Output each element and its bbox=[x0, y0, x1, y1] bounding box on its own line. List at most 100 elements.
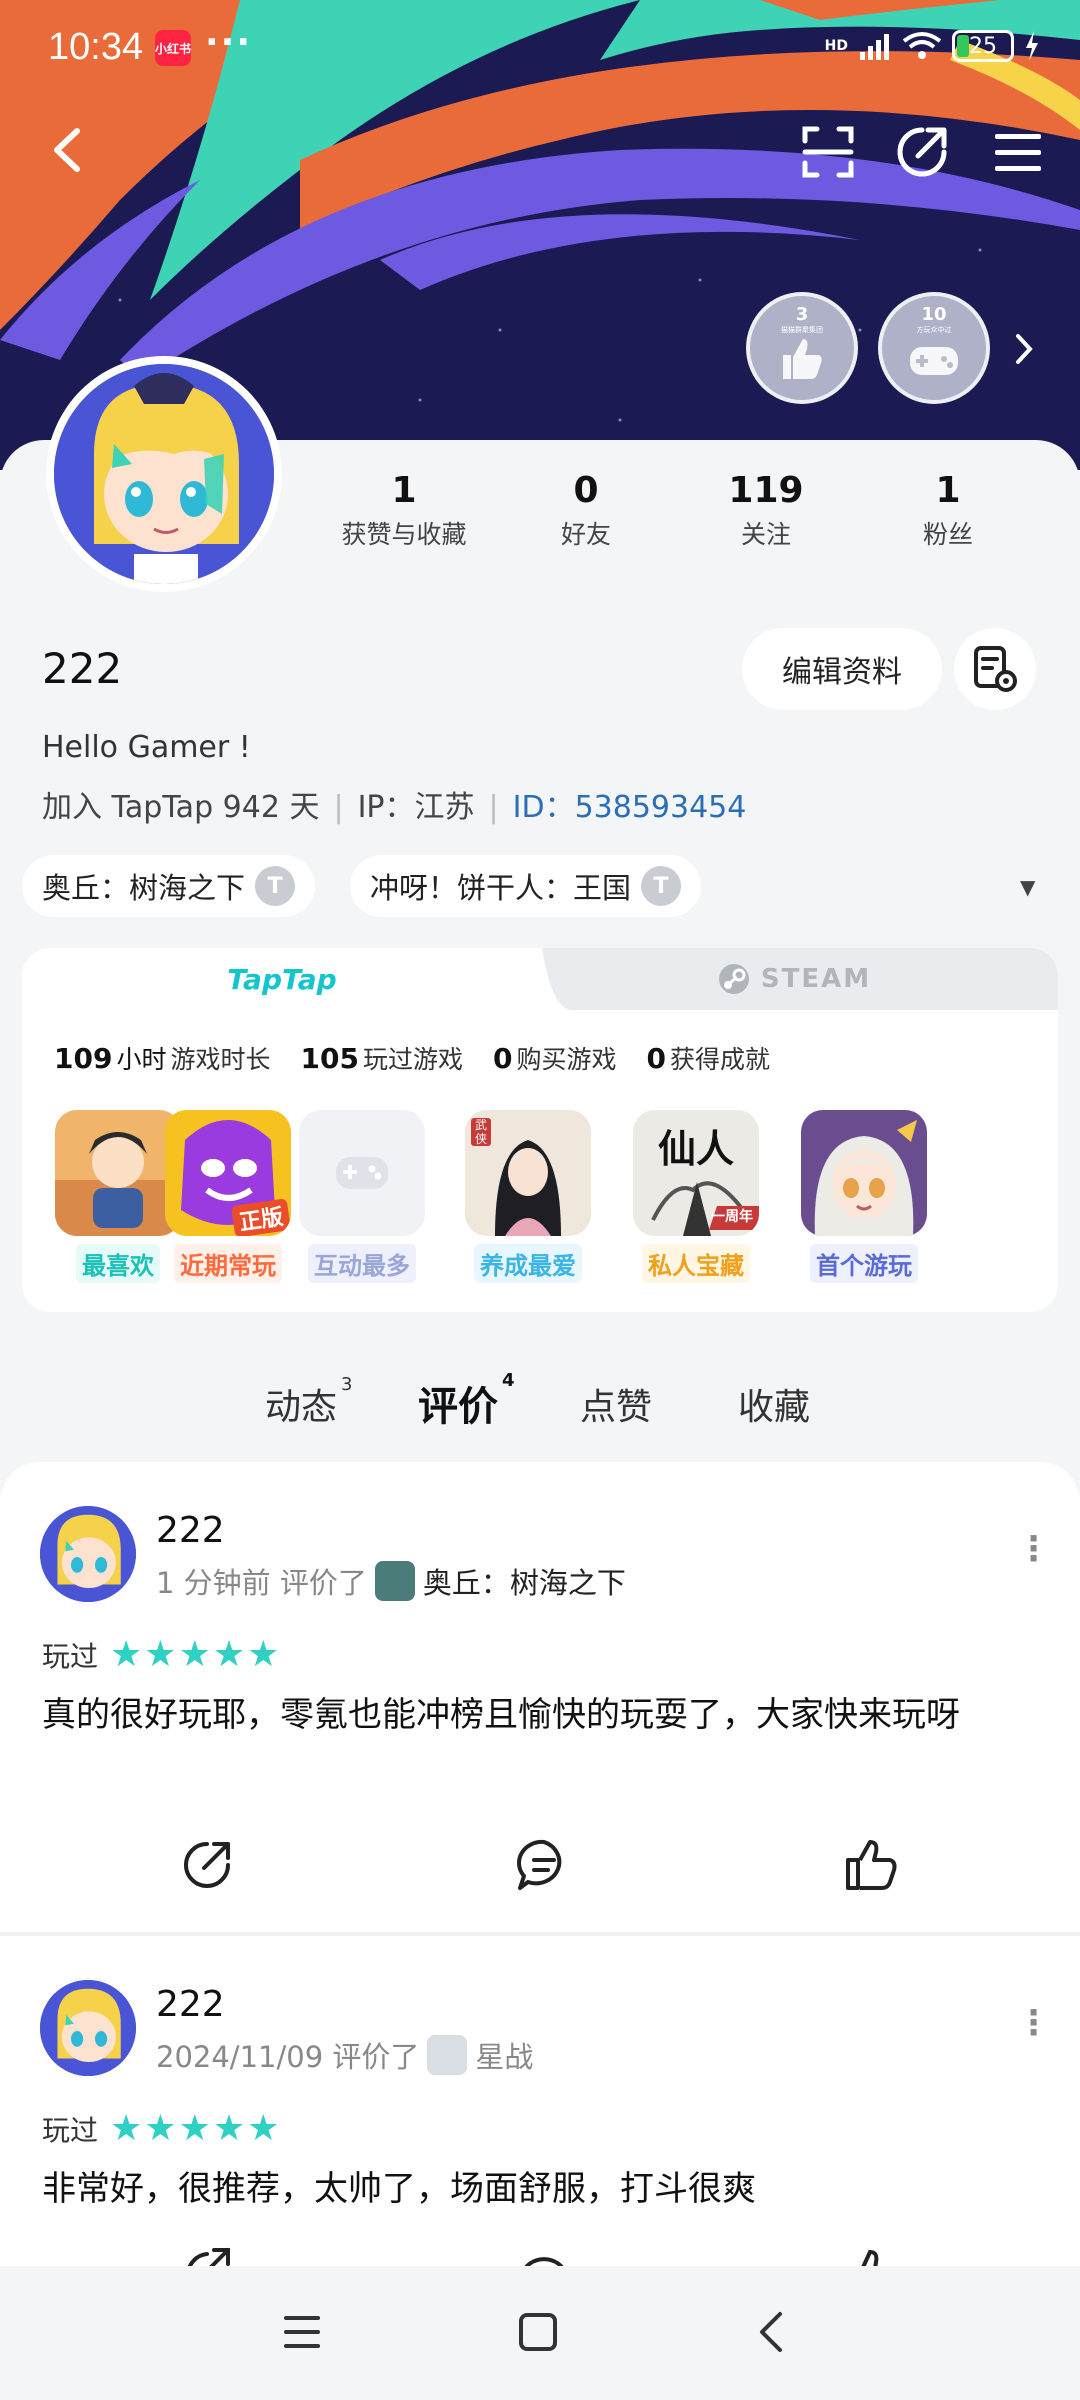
tab-taptap-label: TapTap bbox=[227, 962, 337, 996]
tab-steam[interactable]: STEAM bbox=[530, 948, 1058, 1010]
stat-value: 109 bbox=[54, 1042, 113, 1075]
stat-label: 玩过游戏 bbox=[362, 1045, 463, 1074]
game-label: 近期常玩 bbox=[174, 1244, 282, 1283]
official-badge: 正版 bbox=[231, 1198, 291, 1236]
game-first[interactable]: 首个游玩 bbox=[800, 1110, 928, 1283]
stat-value: 1 bbox=[935, 470, 961, 511]
game-placeholder-icon bbox=[299, 1110, 425, 1236]
game-nurture[interactable]: 武侠 养成最爱 bbox=[464, 1110, 592, 1283]
played-label: 玩过 bbox=[42, 2113, 99, 2147]
star-rating: ★★★★★ bbox=[110, 2108, 282, 2149]
reviewer-name[interactable]: 222 bbox=[156, 1510, 225, 1551]
stat-following[interactable]: 119 关注 bbox=[676, 470, 856, 551]
game-treasure[interactable]: 仙人 一周年 私人宝藏 bbox=[632, 1110, 760, 1283]
more-options-icon[interactable]: · · · bbox=[1027, 1522, 1040, 1576]
stat-label: 好友 bbox=[560, 520, 611, 549]
achievement-badge-like[interactable]: 3 猫猫群聚集团 bbox=[746, 292, 858, 404]
tab-taptap[interactable]: TapTap bbox=[22, 948, 542, 1010]
reviewer-avatar[interactable] bbox=[40, 1980, 136, 2076]
stat-value: 0 bbox=[646, 1042, 666, 1075]
stat-unit: 小时 bbox=[116, 1045, 167, 1074]
star-rating: ★★★★★ bbox=[110, 1634, 282, 1675]
tab-count: 3 bbox=[341, 1374, 353, 1395]
game-interact[interactable]: 互动最多 bbox=[298, 1110, 426, 1283]
gamepad-icon bbox=[336, 1157, 388, 1189]
stat-playtime: 109 小时 游戏时长 bbox=[54, 1040, 270, 1076]
stat-label: 关注 bbox=[740, 520, 791, 549]
stat-value: 1 bbox=[391, 470, 417, 511]
achievements-more-button[interactable] bbox=[1004, 326, 1044, 372]
review-time: 1 分钟前 评价了 bbox=[156, 1566, 367, 1600]
game-recent[interactable]: 正版 近期常玩 bbox=[164, 1110, 292, 1283]
stat-value: 105 bbox=[300, 1042, 359, 1075]
game-label: 最喜欢 bbox=[76, 1244, 160, 1283]
achievement-count: 10 bbox=[921, 304, 947, 325]
game-artwork bbox=[801, 1110, 927, 1236]
game-tag-cookie[interactable]: 冲呀！饼干人：王国 T bbox=[350, 855, 702, 917]
join-days: 加入 TapTap 942 天 bbox=[42, 790, 320, 825]
game-icon: 武侠 bbox=[465, 1110, 591, 1236]
stat-friends[interactable]: 0 好友 bbox=[496, 470, 676, 551]
share-icon[interactable] bbox=[180, 1838, 234, 1892]
avatar-illustration bbox=[40, 1980, 136, 2076]
tab-likes[interactable]: 点赞 bbox=[580, 1378, 652, 1430]
review-rating: 玩过 ★★★★★ bbox=[42, 2108, 281, 2149]
reviewed-game-name[interactable]: 星战 bbox=[475, 2034, 533, 2076]
share-button[interactable] bbox=[892, 122, 952, 182]
tab-count: 4 bbox=[502, 1370, 515, 1391]
review-card[interactable]: 222 1 分钟前 评价了 奥丘：树海之下 · · · 玩过 ★★★★★ 真的很好玩… bbox=[0, 1462, 1080, 1932]
home-icon[interactable] bbox=[518, 2312, 558, 2352]
tab-favorites[interactable]: 收藏 bbox=[738, 1378, 810, 1430]
achievement-badge-gamepad[interactable]: 10 方玩众中过 bbox=[878, 292, 990, 404]
tab-steam-label: STEAM bbox=[760, 964, 872, 994]
comment-icon[interactable] bbox=[516, 1838, 572, 1892]
stat-fans[interactable]: 1 粉丝 bbox=[858, 470, 1038, 551]
profile-username: 222 bbox=[42, 644, 123, 693]
game-favorite[interactable]: 最喜欢 bbox=[54, 1110, 182, 1283]
reviewed-game-name[interactable]: 奥丘：树海之下 bbox=[423, 1560, 626, 1602]
tab-reviews[interactable]: 评价4 bbox=[418, 1370, 515, 1432]
taptap-badge-icon: T bbox=[255, 866, 296, 906]
game-label: 私人宝藏 bbox=[642, 1244, 750, 1283]
tab-activity[interactable]: 动态3 bbox=[265, 1374, 352, 1430]
review-rating: 玩过 ★★★★★ bbox=[42, 1634, 281, 1675]
share-icon bbox=[897, 127, 947, 177]
stat-value: 0 bbox=[492, 1042, 513, 1075]
expand-tags-icon[interactable]: ▼ bbox=[1020, 875, 1035, 899]
edit-profile-button[interactable]: 编辑资料 bbox=[742, 628, 942, 710]
back-button[interactable] bbox=[36, 120, 96, 180]
scan-button[interactable] bbox=[798, 122, 858, 182]
menu-button[interactable] bbox=[988, 122, 1048, 182]
game-icon: 仙人 一周年 bbox=[633, 1110, 759, 1236]
stat-likes[interactable]: 1 获赞与收藏 bbox=[314, 470, 494, 551]
more-options-icon[interactable]: · · · bbox=[1027, 1996, 1040, 2050]
game-label: 养成最爱 bbox=[474, 1244, 582, 1283]
recent-apps-icon[interactable] bbox=[282, 2314, 322, 2350]
profile-avatar[interactable] bbox=[46, 356, 282, 592]
chevron-right-icon bbox=[1016, 334, 1033, 364]
profile-bio: Hello Gamer ! bbox=[42, 730, 251, 765]
profile-settings-button[interactable] bbox=[954, 628, 1036, 710]
reviewer-name[interactable]: 222 bbox=[156, 1984, 225, 2025]
hamburger-icon bbox=[995, 134, 1041, 171]
achievement-title: 方玩众中过 bbox=[916, 326, 952, 334]
user-id[interactable]: ID：538593454 bbox=[513, 790, 747, 825]
game-stats-row: 109 小时 游戏时长 105 玩过游戏 0 购买游戏 0 获得成就 bbox=[54, 1040, 770, 1076]
stat-value: 0 bbox=[573, 470, 599, 511]
game-tag-ochu[interactable]: 奥丘：树海之下 T bbox=[22, 855, 316, 917]
review-meta: 2024/11/09 评价了 星战 bbox=[156, 2034, 533, 2076]
thumbs-up-icon[interactable] bbox=[844, 1838, 900, 1892]
review-text: 真的很好玩耶，零氪也能冲榜且愉快的玩耍了，大家快来玩呀 bbox=[42, 1695, 960, 1735]
reviewer-avatar[interactable] bbox=[40, 1506, 136, 1602]
game-icon bbox=[801, 1110, 927, 1236]
back-nav-icon[interactable] bbox=[756, 2310, 786, 2354]
anniversary-ribbon: 一周年 bbox=[711, 1209, 753, 1225]
more-notifications-icon: ··· bbox=[205, 22, 253, 63]
tab-label: 评价 bbox=[418, 1384, 498, 1430]
genre-seal: 武侠 bbox=[471, 1118, 491, 1146]
avatar-illustration bbox=[54, 364, 274, 584]
review-card[interactable]: 222 2024/11/09 评价了 星战 · · · 玩过 ★★★★★ 非常好，很… bbox=[0, 1936, 1080, 2274]
battery-level: 25 bbox=[969, 33, 997, 59]
game-tag-label: 冲呀！饼干人：王国 bbox=[370, 871, 632, 905]
battery-icon: 25 bbox=[952, 30, 1014, 62]
